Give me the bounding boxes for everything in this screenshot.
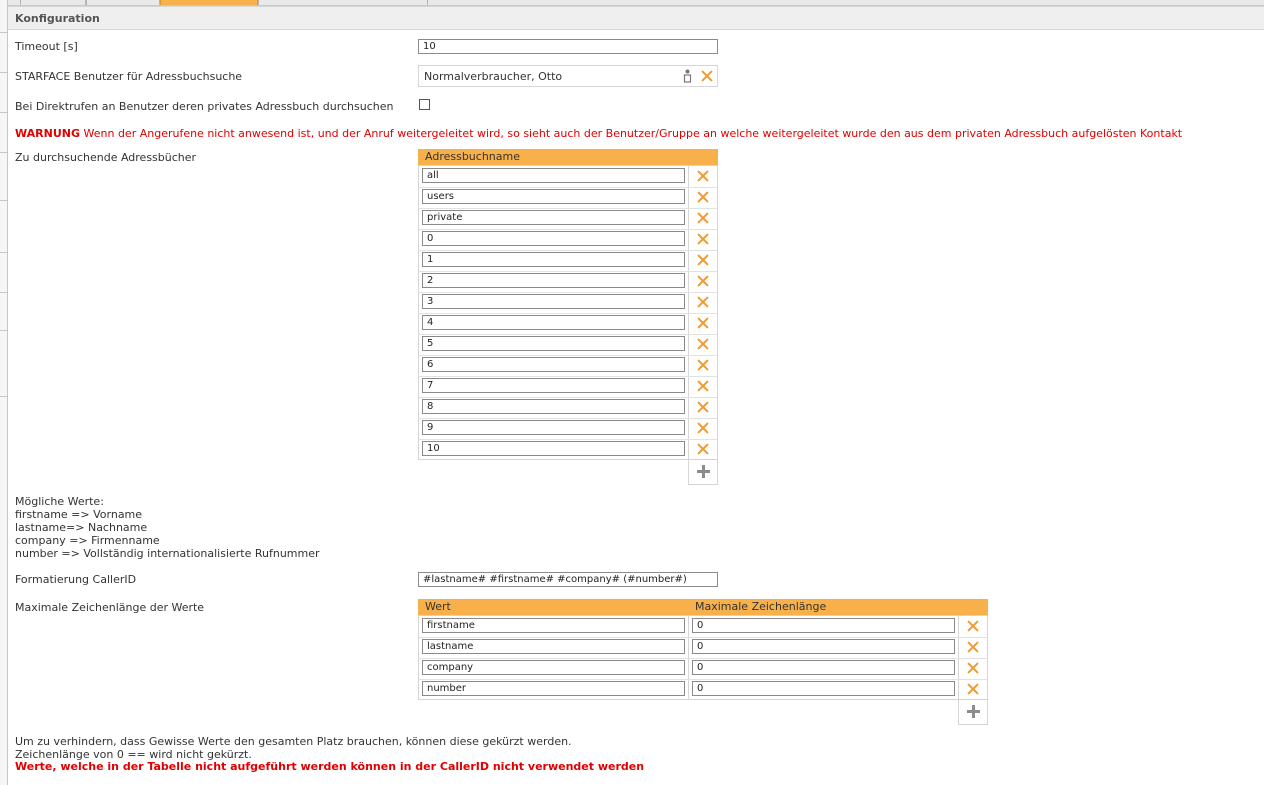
left-gutter	[0, 0, 8, 785]
warning-prefix: WARNUNG	[15, 127, 80, 140]
tab-1[interactable]	[20, 0, 86, 5]
address-book-input[interactable]: 6	[422, 357, 685, 372]
possible-values-text: Mögliche Werte: firstname => Vorname lastn…	[15, 495, 320, 560]
row-divider	[419, 397, 717, 398]
row-divider	[419, 271, 717, 272]
address-book-input[interactable]: 10	[422, 441, 685, 456]
delete-address-book-icon[interactable]	[696, 169, 710, 183]
add-address-book-icon[interactable]	[697, 465, 710, 478]
address-book-input[interactable]: 2	[422, 273, 685, 288]
callerid-format-input[interactable]: #lastname# #firstname# #company# (#numbe…	[418, 572, 718, 587]
address-book-input[interactable]: 4	[422, 315, 685, 330]
starface-user-field[interactable]: Normalverbraucher, Otto	[418, 65, 718, 87]
row-divider	[419, 292, 717, 293]
address-book-input[interactable]: all	[422, 168, 685, 183]
direct-calls-label: Bei Direktrufen an Benutzer deren privat…	[15, 100, 394, 113]
value-name-input[interactable]: lastname	[422, 639, 685, 654]
max-length-header: Wert Maximale Zeichenlänge	[418, 599, 988, 615]
add-max-length-icon[interactable]	[967, 705, 980, 718]
section-title: Konfiguration	[15, 12, 100, 25]
possible-values-heading: Mögliche Werte:	[15, 495, 104, 508]
address-books-label: Zu durchsuchende Adressbücher	[15, 151, 197, 164]
section-header: Konfiguration	[8, 6, 1264, 30]
address-books-table: all users private 0 1 2 3 4 5 6 7 8 9 10	[418, 165, 718, 460]
row-divider	[419, 250, 717, 251]
delete-address-book-icon[interactable]	[696, 421, 710, 435]
delete-value-icon[interactable]	[966, 682, 980, 696]
footer-error: Werte, welche in der Tabelle nicht aufge…	[15, 760, 645, 773]
possible-value-line: firstname => Vorname	[15, 508, 143, 521]
delete-address-book-icon[interactable]	[696, 358, 710, 372]
timeout-label: Timeout [s]	[15, 40, 78, 53]
delete-address-book-icon[interactable]	[696, 232, 710, 246]
address-book-column-header: Adressbuchname	[425, 150, 520, 163]
delete-value-icon[interactable]	[966, 661, 980, 675]
row-divider	[419, 187, 717, 188]
address-book-input[interactable]: 8	[422, 399, 685, 414]
address-book-input[interactable]: 7	[422, 378, 685, 393]
max-length-input[interactable]: 0	[692, 639, 955, 654]
tab-4[interactable]	[258, 0, 428, 5]
delete-address-book-icon[interactable]	[696, 337, 710, 351]
delete-address-book-icon[interactable]	[696, 379, 710, 393]
address-books-header: Adressbuchname	[418, 149, 718, 165]
row-divider	[419, 637, 987, 638]
delete-address-book-icon[interactable]	[696, 316, 710, 330]
row-divider	[419, 376, 717, 377]
possible-value-line: lastname=> Nachname	[15, 521, 148, 534]
address-book-input[interactable]: 3	[422, 294, 685, 309]
row-divider	[419, 439, 717, 440]
delete-address-book-icon[interactable]	[696, 190, 710, 204]
max-length-input[interactable]: 0	[692, 660, 955, 675]
address-book-input[interactable]: 9	[422, 420, 685, 435]
address-book-input[interactable]: 1	[422, 252, 685, 267]
delete-value-icon[interactable]	[966, 619, 980, 633]
add-max-length-cell	[958, 700, 988, 725]
footer-note-1: Um zu verhindern, dass Gewisse Werte den…	[15, 735, 572, 748]
delete-address-book-icon[interactable]	[696, 400, 710, 414]
delete-address-book-icon[interactable]	[696, 442, 710, 456]
callerid-format-label: Formatierung CallerID	[15, 573, 137, 586]
timeout-input[interactable]: 10	[418, 39, 718, 54]
clear-user-icon[interactable]	[700, 69, 714, 83]
direct-calls-checkbox[interactable]	[419, 99, 430, 110]
max-length-input[interactable]: 0	[692, 681, 955, 696]
delete-address-book-icon[interactable]	[696, 274, 710, 288]
address-book-input[interactable]: users	[422, 189, 685, 204]
add-address-book-cell	[688, 460, 718, 485]
starface-user-value: Normalverbraucher, Otto	[424, 70, 563, 83]
value-column-header: Wert	[425, 600, 451, 613]
warning-text: WARNUNG Wenn der Angerufene nicht anwese…	[15, 127, 1182, 140]
row-divider	[419, 229, 717, 230]
address-book-input[interactable]: private	[422, 210, 685, 225]
starface-user-label: STARFACE Benutzer für Adressbuchsuche	[15, 70, 243, 83]
row-divider	[419, 658, 987, 659]
value-name-input[interactable]: firstname	[422, 618, 685, 633]
row-divider	[419, 418, 717, 419]
max-length-column-header: Maximale Zeichenlänge	[695, 600, 827, 613]
possible-value-line: company => Firmenname	[15, 534, 160, 547]
person-icon[interactable]	[683, 69, 692, 83]
row-divider	[419, 313, 717, 314]
tab-2[interactable]	[86, 0, 160, 5]
possible-value-line: number => Vollständig internationalisier…	[15, 547, 320, 560]
delete-address-book-icon[interactable]	[696, 253, 710, 267]
max-length-label: Maximale Zeichenlänge der Werte	[15, 601, 205, 614]
delete-value-icon[interactable]	[966, 640, 980, 654]
delete-address-book-icon[interactable]	[696, 211, 710, 225]
warning-message: Wenn der Angerufene nicht anwesend ist, …	[83, 127, 1183, 140]
value-name-input[interactable]: number	[422, 681, 685, 696]
delete-address-book-icon[interactable]	[696, 295, 710, 309]
tab-active[interactable]	[160, 0, 258, 5]
row-divider	[419, 334, 717, 335]
max-length-input[interactable]: 0	[692, 618, 955, 633]
value-name-input[interactable]: company	[422, 660, 685, 675]
address-book-input[interactable]: 5	[422, 336, 685, 351]
address-book-input[interactable]: 0	[422, 231, 685, 246]
row-divider	[419, 679, 987, 680]
row-divider	[419, 208, 717, 209]
row-divider	[419, 355, 717, 356]
max-length-table: firstname 0 lastname 0 company 0 number 0	[418, 615, 988, 700]
